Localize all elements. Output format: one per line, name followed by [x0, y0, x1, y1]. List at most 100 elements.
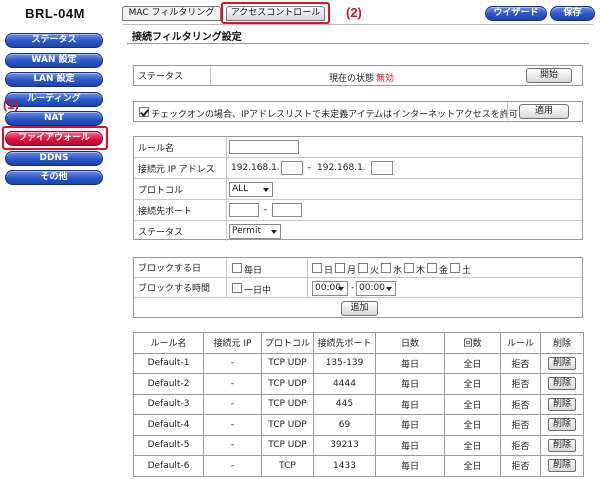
table-row: Default-5 - TCP UDP 39213 毎日 全日 拒否 削除 — [133, 434, 584, 456]
rule-cell: 拒否 — [500, 373, 541, 395]
time-from-select[interactable]: 00:00 — [312, 281, 348, 296]
sidebar-item-wan[interactable]: WAN 設定 — [5, 53, 103, 68]
days-cell: 毎日 — [375, 373, 445, 395]
rule-name-cell: Default-6 — [133, 455, 204, 477]
wed-checkbox[interactable] — [381, 263, 391, 273]
firewall-highlight-box — [2, 126, 108, 150]
protocol-cell: TCP UDP — [261, 373, 314, 395]
times-cell: 全日 — [444, 373, 501, 395]
block-time-row: ブロックする時間 一日中 00:00 - 00:00 — [134, 278, 582, 298]
sidebar: BRL-04M ステータス WAN 設定 LAN 設定 ルーティング NAT フ… — [0, 0, 113, 479]
add-row: 追加 — [134, 298, 582, 319]
chevron-down-icon — [263, 188, 269, 192]
sidebar-item-nat[interactable]: NAT — [5, 111, 103, 126]
time-separator: - — [351, 283, 355, 293]
times-cell: 全日 — [444, 352, 501, 374]
tab-mac-filtering[interactable]: MAC フィルタリング — [122, 6, 221, 21]
col-delete: 削除 — [540, 332, 584, 354]
src-ip-separator: – — [307, 163, 312, 173]
allow-undefined-checkbox[interactable] — [139, 107, 149, 117]
add-button[interactable]: 追加 — [341, 301, 378, 316]
dst-port-end-input[interactable] — [272, 203, 302, 217]
delete-button[interactable]: 削除 — [547, 459, 576, 473]
current-state-label: 現在の状態 — [329, 74, 375, 84]
col-protocol: プロトコル — [261, 332, 314, 354]
protocol-cell: TCP UDP — [261, 434, 314, 456]
delete-button[interactable]: 削除 — [547, 438, 576, 452]
table-row: Default-2 - TCP UDP 4444 毎日 全日 拒否 削除 — [133, 373, 584, 395]
delete-cell: 削除 — [540, 414, 584, 436]
tue-checkbox[interactable] — [358, 263, 368, 273]
col-days: 日数 — [375, 332, 445, 354]
delete-button[interactable]: 削除 — [547, 418, 576, 432]
sidebar-item-status[interactable]: ステータス — [5, 33, 103, 48]
every-day-label: 毎日 — [244, 266, 263, 276]
protocol-select-value: ALL — [232, 184, 249, 194]
fri-checkbox[interactable] — [427, 263, 437, 273]
sidebar-item-routing[interactable]: ルーティング — [5, 92, 103, 107]
protocol-cell: TCP UDP — [261, 414, 314, 436]
time-divider — [307, 278, 308, 298]
all-day-checkbox[interactable] — [232, 283, 242, 293]
all-day-label: 一日中 — [244, 286, 272, 296]
dst-port-start-input[interactable] — [229, 203, 259, 217]
src-ip-end-input[interactable] — [371, 161, 393, 175]
block-day-label: ブロックする日 — [134, 258, 227, 277]
rule-name-input[interactable] — [229, 140, 299, 154]
rules-table: ルール名 接続元 IP プロトコル 接続先ポート 日数 回数 ルール 削除 De… — [133, 332, 584, 477]
wed-label: 水 — [393, 266, 403, 276]
src-ip-cell: - — [203, 393, 262, 415]
src-ip-cell: - — [203, 373, 262, 395]
dst-port-cell: 1433 — [313, 455, 376, 477]
times-cell: 全日 — [444, 414, 501, 436]
dst-port-cell: 4444 — [313, 373, 376, 395]
section-title: 接続フィルタリング設定 — [132, 32, 242, 43]
rule-name-cell: Default-2 — [133, 373, 204, 395]
allow-undefined-panel: チェックオンの場合、IPアドレスリストで未定義アイテムはインターネットアクセスを… — [133, 101, 583, 123]
start-button[interactable]: 開始 — [526, 68, 572, 83]
schedule-panel: ブロックする日 毎日 日 月 火 水 木 金 土 ブロックする時間 一日中 00… — [133, 257, 583, 318]
delete-button[interactable]: 削除 — [547, 397, 576, 411]
time-to-value: 00:00 — [359, 283, 385, 293]
col-times: 回数 — [444, 332, 501, 354]
mon-checkbox[interactable] — [335, 263, 345, 273]
callout-1: (1) — [3, 97, 19, 112]
protocol-label: プロトコル — [134, 179, 227, 199]
sidebar-item-ddns[interactable]: DDNS — [5, 151, 103, 166]
wizard-button[interactable]: ウイザード — [485, 6, 547, 21]
current-state-value: 無効 — [376, 74, 395, 84]
allow-undefined-text: チェックオンの場合、IPアドレスリストで未定義アイテムはインターネットアクセスを… — [151, 110, 518, 120]
time-to-select[interactable]: 00:00 — [356, 281, 396, 296]
rule-cell: 拒否 — [500, 455, 541, 477]
sidebar-item-lan[interactable]: LAN 設定 — [5, 72, 103, 87]
chevron-down-icon — [271, 230, 277, 234]
protocol-select[interactable]: ALL — [229, 182, 273, 197]
src-ip-prefix-end: 192.168.1. — [317, 163, 366, 173]
src-ip-start-input[interactable] — [281, 161, 303, 175]
rule-status-select-value: Permit — [232, 226, 261, 236]
apply-button[interactable]: 適用 — [519, 104, 569, 119]
protocol-row: プロトコル ALL — [134, 179, 582, 200]
status-panel: ステータス 現在の状態 無効 開始 — [133, 65, 583, 86]
rule-name-cell: Default-5 — [133, 434, 204, 456]
main-content: 接続フィルタリング設定 ステータス 現在の状態 無効 開始 チェックオンの場合、… — [123, 24, 593, 479]
thu-checkbox[interactable] — [404, 263, 414, 273]
sidebar-item-other[interactable]: その他 — [5, 170, 103, 185]
src-ip-cell: - — [203, 352, 262, 374]
dst-port-separator: – — [263, 205, 268, 215]
sat-checkbox[interactable] — [450, 263, 460, 273]
sat-label: 土 — [462, 266, 472, 276]
sun-checkbox[interactable] — [312, 263, 322, 273]
col-dst-port: 接続先ポート — [313, 332, 376, 354]
device-model: BRL-04M — [25, 6, 85, 21]
delete-cell: 削除 — [540, 393, 584, 415]
delete-button[interactable]: 削除 — [547, 377, 576, 391]
table-row: Default-1 - TCP UDP 135-139 毎日 全日 拒否 削除 — [133, 352, 584, 374]
save-button[interactable]: 保存 — [550, 6, 595, 21]
every-day-checkbox[interactable] — [232, 263, 242, 273]
rule-status-select[interactable]: Permit — [229, 224, 281, 239]
status-label: ステータス — [134, 66, 211, 85]
rule-cell: 拒否 — [500, 352, 541, 374]
dst-port-cell: 69 — [313, 414, 376, 436]
delete-button[interactable]: 削除 — [547, 356, 576, 370]
